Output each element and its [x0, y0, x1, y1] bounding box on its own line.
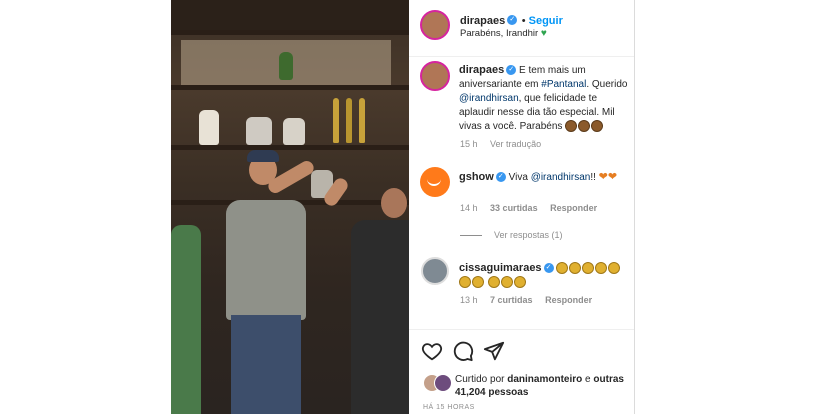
author-username[interactable]: dirapaes — [460, 15, 505, 27]
clapping-hands-icon — [459, 276, 471, 289]
jar — [246, 117, 272, 145]
comment-author[interactable]: gshow — [459, 171, 494, 183]
person-right-head — [381, 188, 407, 218]
caption-author-avatar[interactable] — [420, 61, 450, 91]
liked-by-mid: e — [585, 374, 591, 385]
jar — [199, 110, 219, 145]
translate-button[interactable]: Ver tradução — [490, 139, 541, 149]
clapping-hands-icon — [500, 276, 513, 289]
liker-avatar[interactable] — [434, 374, 452, 392]
post-video[interactable] — [171, 0, 409, 414]
person-center-gray-shirt — [226, 200, 306, 320]
post-subtitle-text: Parabéns, Irandhir — [460, 28, 539, 39]
follow-button[interactable]: Seguir — [529, 15, 563, 27]
comment-gshow: gshow ✓ Viva @irandhirsan!! ❤❤ — [459, 170, 629, 185]
clapping-hands-icon — [595, 262, 608, 275]
heart-icon[interactable] — [421, 340, 443, 362]
green-heart-icon: ♥ — [540, 28, 547, 39]
comment-text-part: !! — [590, 172, 596, 183]
author-avatar[interactable] — [420, 10, 450, 40]
comment-likes[interactable]: 7 curtidas — [490, 295, 533, 305]
clapping-hands-icon — [556, 262, 569, 275]
clapping-hands-icon — [513, 276, 526, 289]
clapping-hands-icon — [591, 120, 604, 133]
post-actions-bar: Curtido por daninamonteiro e outras 41,2… — [409, 329, 634, 415]
dot-separator: • — [521, 15, 529, 27]
shelf — [171, 85, 409, 90]
clapping-hands-icon — [472, 276, 484, 289]
person-right-dark-shirt — [351, 220, 409, 414]
mention-link[interactable]: @irandhirsan — [531, 172, 591, 183]
shelf — [171, 145, 409, 150]
caption-author[interactable]: dirapaes — [459, 64, 504, 76]
jar — [283, 118, 305, 145]
comment-icon[interactable] — [452, 340, 474, 362]
mention-link[interactable]: @irandhirsan — [459, 93, 519, 104]
bottle — [333, 98, 339, 143]
liked-by-user[interactable]: daninamonteiro — [507, 374, 582, 385]
clapping-hands-icon — [578, 120, 591, 133]
post-timestamp: HÁ 15 HORAS — [423, 404, 475, 411]
clapping-hands-icon — [582, 262, 595, 275]
post-subtitle: Parabéns, Irandhir ♥ — [460, 28, 547, 39]
comment-text-part: Viva — [508, 172, 531, 183]
clapping-hands-icon — [569, 262, 582, 275]
verified-badge-icon: ✓ — [507, 14, 518, 25]
view-replies-row[interactable]: Ver respostas (1) — [460, 230, 563, 240]
author-row: dirapaes ✓ • Seguir — [460, 11, 563, 29]
comment-gshow-meta: 14 h 33 curtidas Responder — [460, 203, 597, 213]
caption-time: 15 h — [460, 139, 478, 149]
comment-time: 14 h — [460, 203, 478, 213]
reply-button[interactable]: Responder — [545, 295, 592, 305]
liked-by-text: Curtido por daninamonteiro e outras 41,2… — [455, 373, 625, 399]
shelf — [171, 30, 409, 35]
comment-cissaguimaraes-meta: 13 h 7 curtidas Responder — [460, 295, 592, 305]
person-jeans — [231, 315, 301, 414]
comment-time: 13 h — [460, 295, 478, 305]
bottle — [359, 98, 365, 143]
verified-badge-icon: ✓ — [506, 65, 517, 76]
clapping-hands-icon — [487, 276, 500, 289]
cissaguimaraes-avatar[interactable] — [421, 257, 449, 285]
person-cap — [247, 150, 279, 162]
liked-by-prefix: Curtido por — [455, 374, 505, 385]
caption-text: dirapaes ✓ E tem mais um aniversariante e… — [459, 63, 629, 134]
green-bottle — [279, 52, 293, 80]
post-detail-panel: dirapaes ✓ • Seguir Parabéns, Irandhir ♥ … — [409, 0, 635, 415]
post-header: dirapaes ✓ • Seguir Parabéns, Irandhir ♥ — [409, 0, 634, 57]
reply-button[interactable]: Responder — [550, 203, 597, 213]
gshow-avatar[interactable] — [420, 167, 450, 197]
share-icon[interactable] — [483, 340, 505, 362]
comment-likes[interactable]: 33 curtidas — [490, 203, 538, 213]
orange-heart-icon: ❤ — [607, 171, 618, 183]
caption-meta: 15 h Ver tradução — [460, 139, 541, 149]
verified-badge-icon: ✓ — [495, 172, 506, 183]
clapping-hands-icon — [565, 120, 578, 133]
orange-heart-icon: ❤ — [598, 171, 608, 183]
bottle — [346, 98, 352, 143]
clapping-hands-icon — [608, 262, 621, 275]
view-replies-button[interactable]: Ver respostas (1) — [494, 230, 563, 240]
hashtag-link[interactable]: #Pantanal — [541, 79, 586, 90]
smile-logo-icon — [427, 177, 441, 186]
caption-text-part: . Querido — [586, 79, 628, 90]
replies-line — [460, 235, 482, 237]
person-left-green-shirt — [171, 225, 201, 414]
verified-badge-icon: ✓ — [543, 263, 554, 274]
ceiling-beam — [171, 0, 409, 30]
comment-cissaguimaraes: cissaguimaraes ✓ — [459, 261, 629, 290]
comment-author[interactable]: cissaguimaraes — [459, 262, 542, 274]
